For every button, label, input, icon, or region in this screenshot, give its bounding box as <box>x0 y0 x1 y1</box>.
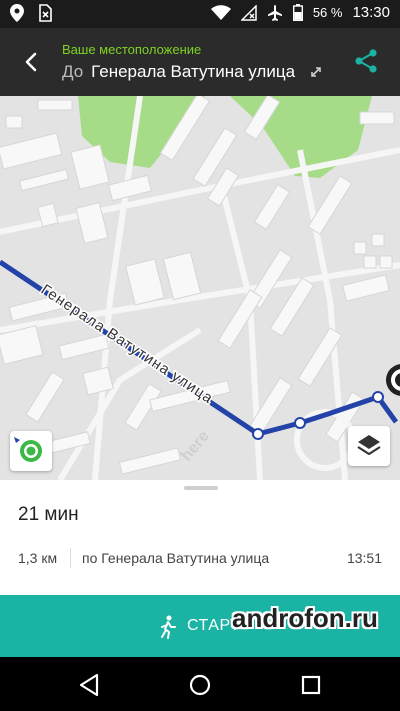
sim-off-icon <box>39 4 52 22</box>
route-waypoint <box>372 391 384 403</box>
map-layers-button[interactable] <box>348 426 390 466</box>
clock: 13:30 <box>352 4 390 21</box>
route-waypoint <box>252 428 264 440</box>
battery-icon <box>292 4 303 21</box>
origin-label[interactable]: Ваше местоположение <box>62 42 201 57</box>
walking-icon <box>161 615 176 639</box>
route-duration: 21 мин <box>18 504 79 525</box>
my-location-button[interactable] <box>10 431 52 471</box>
recents-icon[interactable] <box>297 671 325 699</box>
summary-divider <box>70 548 71 568</box>
to-prefix: До <box>62 62 84 81</box>
destination-label: Генерала Ватутина улица <box>91 62 296 81</box>
airplane-icon <box>267 4 282 21</box>
back-arrow-icon[interactable] <box>18 48 46 76</box>
sheet-drag-handle[interactable] <box>184 486 218 490</box>
route-via: по Генерала Ватутина улица <box>82 550 270 566</box>
battery-percent: 56 % <box>312 5 343 20</box>
home-icon[interactable] <box>186 671 214 699</box>
map-view[interactable]: Генерала Ватутина улица here <box>0 96 400 480</box>
location-icon <box>10 4 24 22</box>
system-nav-bar <box>0 657 400 711</box>
route-summary-sheet[interactable]: 21 мин 1,3 км по Генерала Ватутина улица… <box>0 480 400 595</box>
arrival-time: 13:51 <box>346 550 382 566</box>
status-bar: 56 % 13:30 <box>0 0 400 28</box>
wifi-icon <box>210 4 231 20</box>
expand-icon[interactable] <box>310 66 322 78</box>
route-header: Ваше местоположение До Генерала Ватутина … <box>0 28 400 96</box>
share-icon[interactable] <box>354 48 378 74</box>
back-icon[interactable] <box>76 671 104 699</box>
layers-icon <box>357 435 381 456</box>
my-location-icon <box>14 437 42 462</box>
route-waypoint <box>294 417 306 429</box>
watermark: androfon.ru <box>232 603 378 633</box>
no-signal-icon <box>240 4 257 21</box>
map-canvas[interactable]: Генерала Ватутина улица here <box>0 96 400 480</box>
destination-line[interactable]: До Генерала Ватутина улица <box>62 62 295 82</box>
route-distance: 1,3 км <box>18 550 58 566</box>
